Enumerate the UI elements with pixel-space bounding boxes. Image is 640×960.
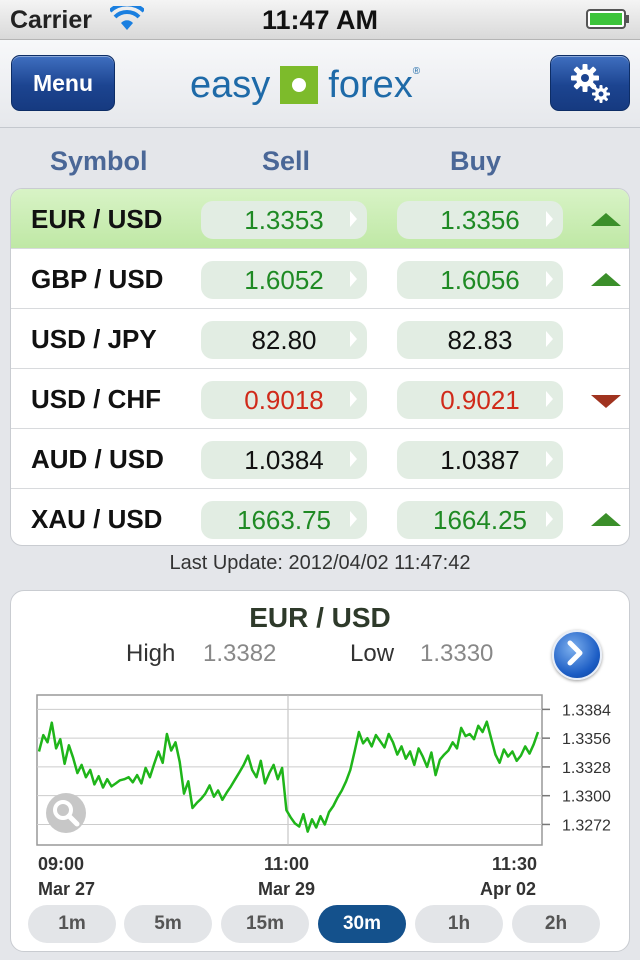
x-axis-time-label: 11:00 (264, 854, 310, 874)
chevron-right-icon (350, 511, 357, 527)
zoom-button[interactable] (46, 793, 86, 833)
rate-symbol: AUD / USD (31, 444, 164, 474)
gears-icon (571, 64, 610, 103)
rate-row[interactable]: USD / JPY 82.80 82.83 (11, 309, 629, 369)
chevron-right-icon (546, 211, 553, 227)
trend-icon (591, 273, 621, 286)
rates-table: EUR / USD 1.3353 1.3356 GBP / USD 1.6052… (10, 188, 630, 546)
sell-price: 1.0384 (244, 444, 324, 475)
status-time: 11:47 AM (261, 5, 379, 35)
rate-row[interactable]: AUD / USD 1.0384 1.0387 (11, 429, 629, 489)
chevron-right-icon (350, 211, 357, 227)
low-value: 1.3330 (420, 640, 494, 667)
rate-symbol: EUR / USD (31, 204, 163, 234)
column-header-sell: Sell (262, 146, 311, 176)
chevron-right-icon (546, 451, 553, 467)
timeframe-2h-button[interactable]: 2h (512, 905, 600, 943)
easy-forex-logo: easy forex ® (190, 60, 420, 110)
buy-price: 1664.25 (433, 504, 527, 535)
status-bar: Carrier 11:47 AM (0, 0, 640, 40)
menu-button[interactable]: Menu (11, 55, 115, 111)
buy-price: 1.3356 (440, 204, 520, 235)
x-axis-time-label: 11:30 (492, 854, 538, 874)
high-value: 1.3382 (203, 640, 277, 667)
trend-icon (591, 395, 621, 408)
magnifier-icon (53, 800, 80, 827)
rate-row[interactable]: XAU / USD 1663.75 1664.25 (11, 489, 629, 545)
trend-icon (591, 513, 621, 526)
x-axis-date-label: Mar 29 (258, 879, 316, 899)
chevron-right-icon (546, 331, 553, 347)
buy-button[interactable]: 1.6056 (397, 261, 563, 299)
column-header-buy: Buy (450, 146, 502, 176)
rate-row[interactable]: USD / CHF 0.9018 0.9021 (11, 369, 629, 429)
timeframe-15m-button[interactable]: 15m (221, 905, 309, 943)
x-axis-date-label: Apr 02 (480, 879, 537, 899)
sell-price: 0.9018 (244, 384, 324, 415)
buy-button[interactable]: 82.83 (397, 321, 563, 359)
buy-price: 0.9021 (440, 384, 520, 415)
chevron-right-icon (350, 331, 357, 347)
chevron-right-icon (350, 271, 357, 287)
logo-text-easy: easy (190, 63, 271, 106)
rate-symbol: GBP / USD (31, 264, 164, 294)
logo-registered: ® (412, 65, 421, 77)
last-update-text: Last Update: 2012/04/02 11:47:42 (169, 552, 471, 574)
battery-icon (586, 9, 629, 29)
trend-icon (591, 213, 621, 226)
buy-button[interactable]: 1.3356 (397, 201, 563, 239)
buy-price: 1.0387 (440, 444, 520, 475)
buy-button[interactable]: 1664.25 (397, 501, 563, 539)
sell-button[interactable]: 1.3353 (201, 201, 367, 239)
buy-price: 1.6056 (440, 264, 520, 295)
menu-button-label: Menu (32, 69, 94, 96)
chart-title: EUR / USD (249, 602, 391, 633)
sell-price: 1.6052 (244, 264, 324, 295)
sell-button[interactable]: 0.9018 (201, 381, 367, 419)
sell-button[interactable]: 1663.75 (201, 501, 367, 539)
low-label: Low (350, 640, 395, 667)
chevron-right-icon (350, 451, 357, 467)
sell-price: 82.80 (251, 324, 317, 355)
sell-price: 1663.75 (237, 504, 331, 535)
timeframe-5m-button[interactable]: 5m (124, 905, 212, 943)
chevron-right-icon (546, 511, 553, 527)
chevron-right-icon (567, 640, 583, 666)
buy-button[interactable]: 0.9021 (397, 381, 563, 419)
column-header-symbol: Symbol (50, 146, 148, 176)
chevron-right-icon (546, 391, 553, 407)
settings-button[interactable] (550, 55, 630, 111)
rate-symbol: USD / CHF (31, 384, 161, 414)
buy-price: 82.83 (447, 324, 513, 355)
x-axis-time-label: 09:00 (38, 854, 85, 874)
timeframe-1m-button[interactable]: 1m (28, 905, 116, 943)
next-chart-button[interactable] (552, 630, 602, 680)
high-label: High (126, 640, 176, 667)
logo-text-forex: forex (328, 63, 413, 106)
chevron-right-icon (350, 391, 357, 407)
chevron-right-icon (546, 271, 553, 287)
rate-symbol: USD / JPY (31, 324, 157, 354)
sell-button[interactable]: 82.80 (201, 321, 367, 359)
timeframe-30m-button[interactable]: 30m (318, 905, 406, 943)
rate-symbol: XAU / USD (31, 504, 163, 534)
timeframe-1h-button[interactable]: 1h (415, 905, 503, 943)
logo-mark-icon (280, 66, 319, 104)
rate-row[interactable]: GBP / USD 1.6052 1.6056 (11, 249, 629, 309)
x-axis-date-label: Mar 27 (38, 879, 96, 899)
sell-button[interactable]: 1.0384 (201, 441, 367, 479)
app-header: Menu easy forex ® (0, 40, 640, 128)
sell-price: 1.3353 (244, 204, 324, 235)
buy-button[interactable]: 1.0387 (397, 441, 563, 479)
chart-panel (10, 590, 630, 952)
sell-button[interactable]: 1.6052 (201, 261, 367, 299)
rate-row[interactable]: EUR / USD 1.3353 1.3356 (11, 189, 629, 249)
